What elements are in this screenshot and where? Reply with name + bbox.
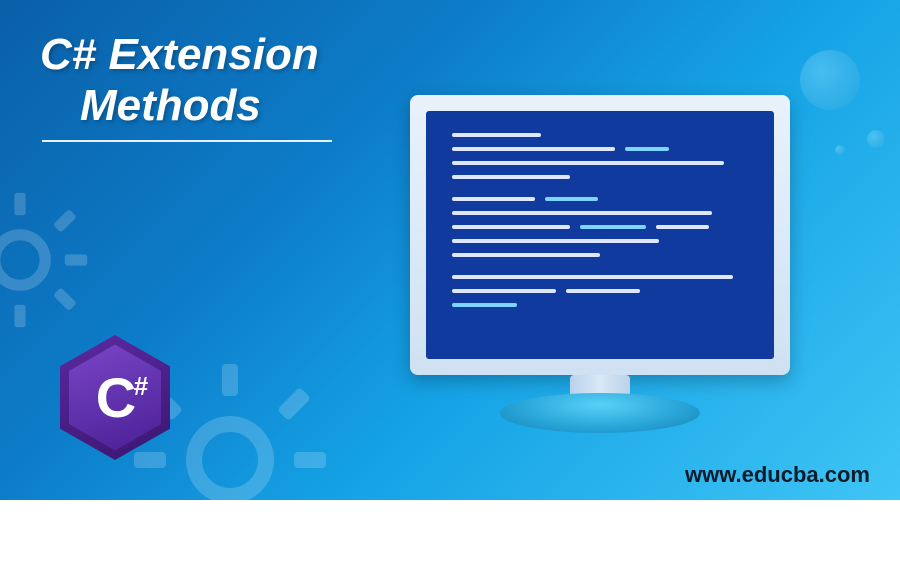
banner-canvas: C# Extension Methods — [0, 0, 900, 500]
monitor-screen — [426, 111, 774, 359]
gear-icon — [0, 190, 90, 330]
logo-letter: C # — [96, 365, 134, 430]
logo-hash-symbol: # — [134, 371, 146, 402]
monitor-bezel — [410, 95, 790, 375]
website-url: www.educba.com — [685, 462, 870, 488]
csharp-logo: C # — [60, 335, 170, 460]
monitor-stand-neck — [570, 375, 630, 395]
hexagon-inner: C # — [69, 345, 161, 451]
title-line-2: Methods — [40, 81, 319, 132]
hexagon-outer: C # — [60, 335, 170, 460]
logo-letter-text: C — [96, 366, 134, 429]
bubble-decoration — [800, 50, 860, 110]
title-underline — [42, 140, 332, 142]
monitor-illustration — [410, 95, 790, 433]
bubble-decoration — [867, 130, 885, 148]
monitor-stand-base — [500, 393, 700, 433]
title-line-1: C# Extension — [40, 30, 319, 79]
page-title: C# Extension Methods — [40, 30, 319, 131]
bubble-decoration — [835, 145, 845, 155]
